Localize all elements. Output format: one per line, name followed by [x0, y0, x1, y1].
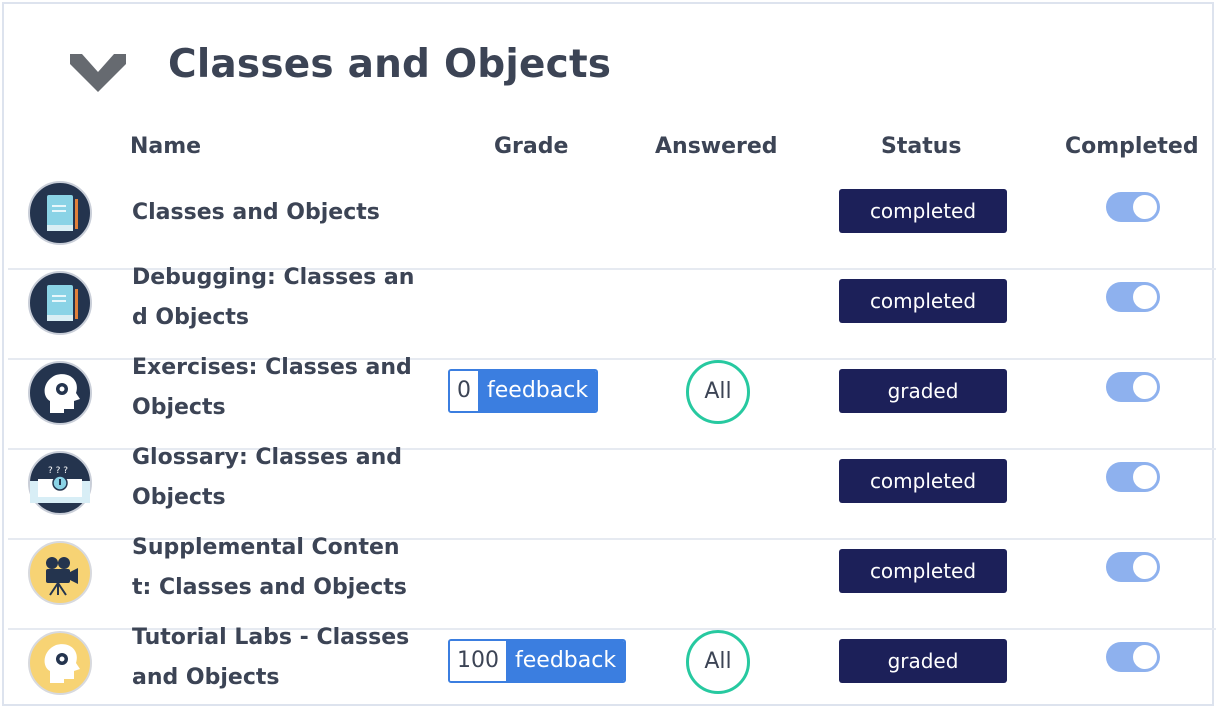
chevron-down-icon[interactable] [70, 50, 126, 94]
activity-link[interactable]: Supplemental Content: Classes and Object… [132, 528, 417, 608]
status-badge: completed [839, 549, 1007, 593]
completed-toggle[interactable] [1106, 552, 1160, 582]
book-icon [28, 181, 92, 245]
completed-toggle[interactable] [1106, 642, 1160, 672]
table-row: Tutorial Labs - Classes and Objects 100 … [8, 625, 1216, 718]
answered-badge: All [686, 630, 750, 694]
svg-text:? ? ?: ? ? ? [48, 466, 68, 476]
toggle-knob [1133, 375, 1157, 399]
completed-toggle[interactable] [1106, 462, 1160, 492]
column-header-name: Name [130, 134, 202, 159]
activity-link[interactable]: Tutorial Labs - Classes and Objects [132, 618, 417, 698]
status-badge: graded [839, 639, 1007, 683]
grade-control: 100 feedback [448, 639, 627, 683]
table-row: Debugging: Classes and Objects completed [8, 265, 1216, 360]
grade-value: 100 [450, 641, 507, 681]
status-badge: graded [839, 369, 1007, 413]
column-header-grade: Grade [494, 134, 569, 159]
status-badge: completed [839, 279, 1007, 323]
answered-badge: All [686, 360, 750, 424]
column-header-status: Status [881, 134, 962, 159]
status-badge: completed [839, 459, 1007, 503]
completed-toggle[interactable] [1106, 192, 1160, 222]
film-camera-icon [28, 541, 92, 605]
column-header-completed: Completed [1065, 134, 1199, 159]
completed-toggle[interactable] [1106, 372, 1160, 402]
table-row: Exercises: Classes and Objects 0 feedbac… [8, 355, 1216, 450]
column-header-answered: Answered [655, 134, 778, 159]
activity-link[interactable]: Debugging: Classes and Objects [132, 258, 417, 338]
toggle-knob [1133, 555, 1157, 579]
grade-value: 0 [450, 371, 479, 411]
table-row: Supplemental Content: Classes and Object… [8, 535, 1216, 630]
completed-toggle[interactable] [1106, 282, 1160, 312]
glossary-book-icon: ? ? ? [28, 451, 92, 515]
activity-link[interactable]: Glossary: Classes and Objects [132, 438, 417, 518]
grade-control: 0 feedback [448, 369, 599, 413]
table-row: ? ? ? Glossary: Classes and Objects comp… [8, 445, 1216, 540]
head-gear-icon [28, 361, 92, 425]
feedback-button[interactable]: feedback [479, 371, 597, 411]
table-row: Classes and Objects completed [8, 178, 1216, 270]
status-badge: completed [839, 189, 1007, 233]
book-icon [28, 271, 92, 335]
toggle-knob [1133, 195, 1157, 219]
toggle-knob [1133, 465, 1157, 489]
toggle-knob [1133, 645, 1157, 669]
activity-link[interactable]: Classes and Objects [132, 193, 417, 233]
head-gear-icon [28, 631, 92, 695]
toggle-knob [1133, 285, 1157, 309]
section-title: Classes and Objects [168, 42, 612, 87]
activity-link[interactable]: Exercises: Classes and Objects [132, 348, 417, 428]
activity-panel: Classes and Objects Name Grade Answered … [2, 2, 1216, 706]
feedback-button[interactable]: feedback [507, 641, 625, 681]
